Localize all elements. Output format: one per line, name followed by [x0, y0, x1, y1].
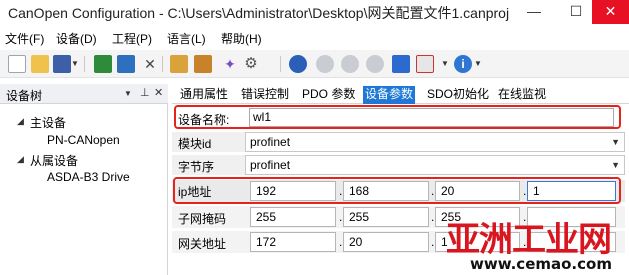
- stop-icon[interactable]: [366, 55, 384, 73]
- byte-order-label: 字节序: [178, 160, 215, 174]
- add-device-icon[interactable]: [94, 55, 112, 73]
- chevron-down-icon: ▼: [611, 160, 620, 170]
- minimize-button[interactable]: —: [514, 0, 554, 24]
- tab-device-params[interactable]: 设备参数: [363, 86, 416, 104]
- device-name-input[interactable]: wl1: [249, 108, 614, 127]
- remove-device-icon[interactable]: [117, 55, 135, 73]
- pin-icon[interactable]: ⊥: [140, 86, 150, 99]
- menu-file[interactable]: 文件(F): [5, 30, 44, 47]
- gateway-octet-1[interactable]: 172: [250, 232, 336, 252]
- ip-octet-3[interactable]: 20: [435, 181, 520, 201]
- play-icon[interactable]: [316, 55, 334, 73]
- download-icon[interactable]: [392, 55, 410, 73]
- wand-icon[interactable]: ✦: [221, 55, 239, 73]
- panel-close-icon[interactable]: ✕: [154, 86, 163, 99]
- clear-icon[interactable]: [416, 55, 434, 73]
- watermark-brand: 亚洲工业网: [446, 220, 612, 260]
- connect-icon[interactable]: [289, 55, 307, 73]
- module-id-label: 模块id: [178, 137, 212, 151]
- menu-help[interactable]: 帮助(H): [221, 30, 262, 47]
- ip-label: ip地址: [178, 185, 212, 199]
- save-icon[interactable]: [53, 55, 71, 73]
- tree-node-slave[interactable]: 从属设备: [30, 152, 78, 169]
- ip-octet-2[interactable]: 168: [343, 181, 429, 201]
- menu-project[interactable]: 工程(P): [112, 30, 152, 47]
- clear-dropdown-icon[interactable]: ▼: [441, 55, 449, 73]
- module-id-select[interactable]: profinet ▼: [245, 132, 625, 152]
- ip-dot: .: [523, 184, 527, 198]
- save-dropdown-icon[interactable]: ▼: [71, 55, 79, 73]
- toolbar-separator: [162, 56, 163, 72]
- subnet-octet-2[interactable]: 255: [343, 207, 429, 227]
- menu-language[interactable]: 语言(L): [167, 30, 206, 47]
- ip-dot: .: [431, 210, 435, 224]
- chevron-down-icon: ▼: [611, 137, 620, 147]
- close-button[interactable]: ✕: [592, 0, 629, 24]
- ip-octet-1[interactable]: 192: [250, 181, 336, 201]
- byte-order-value: profinet: [250, 158, 291, 172]
- import-icon[interactable]: [170, 55, 188, 73]
- title-bar: CanOpen Configuration - C:\Users\Adminis…: [0, 0, 629, 24]
- collapse-arrow-icon[interactable]: ◢: [17, 116, 24, 127]
- device-tree-panel: 设备树 ▼ ⊥ ✕ ◢ 主设备 PN-CANopen ◢ 从属设备 ASDA-B…: [0, 84, 168, 275]
- toolbar: ▼ ✕ ✦ ⚙ ▼ i ▼: [0, 50, 629, 78]
- menu-device[interactable]: 设备(D): [56, 30, 97, 47]
- ip-dot: .: [339, 210, 343, 224]
- ip-dot: .: [431, 235, 435, 249]
- delete-icon[interactable]: ✕: [141, 55, 159, 73]
- ip-dot: .: [339, 235, 343, 249]
- device-name-label: 设备名称:: [178, 113, 230, 127]
- info-icon[interactable]: i: [454, 55, 472, 73]
- ip-dot: .: [431, 184, 435, 198]
- gateway-octet-2[interactable]: 20: [343, 232, 429, 252]
- toolbar-separator: [84, 56, 85, 72]
- collapse-arrow-icon[interactable]: ◢: [17, 154, 24, 165]
- device-tree-header: 设备树 ▼ ⊥ ✕: [0, 84, 168, 104]
- menu-bar: 文件(F) 设备(D) 工程(P) 语言(L) 帮助(H): [0, 26, 629, 48]
- pause-icon[interactable]: [341, 55, 359, 73]
- subnet-label: 子网掩码: [178, 212, 227, 226]
- tab-bar: 通用属性 错误控制 PDO 参数 设备参数 SDO初始化 在线监视: [172, 84, 629, 104]
- tab-error-control[interactable]: 错误控制: [239, 86, 291, 104]
- maximize-button[interactable]: ☐: [556, 0, 596, 24]
- watermark-url: www.cemao.com: [470, 255, 612, 273]
- device-tree-title: 设备树: [6, 89, 43, 103]
- tab-pdo[interactable]: PDO 参数: [300, 86, 357, 104]
- tab-general[interactable]: 通用属性: [178, 86, 230, 104]
- byte-order-select[interactable]: profinet ▼: [245, 155, 625, 175]
- module-id-value: profinet: [250, 135, 291, 149]
- tab-sdo-init[interactable]: SDO初始化: [425, 86, 491, 104]
- info-dropdown-icon[interactable]: ▼: [474, 55, 482, 73]
- panel-dropdown-icon[interactable]: ▼: [124, 89, 132, 98]
- export-icon[interactable]: [194, 55, 212, 73]
- tab-online-monitor[interactable]: 在线监视: [496, 86, 548, 104]
- toolbar-separator: [280, 56, 281, 72]
- subnet-octet-1[interactable]: 255: [250, 207, 336, 227]
- window-title: CanOpen Configuration - C:\Users\Adminis…: [8, 5, 510, 21]
- tree-node-pn-canopen[interactable]: PN-CANopen: [47, 133, 120, 147]
- tree-node-master[interactable]: 主设备: [30, 114, 66, 131]
- tree-node-asda-b3[interactable]: ASDA-B3 Drive: [47, 170, 130, 184]
- ip-octet-4[interactable]: 1: [527, 181, 616, 201]
- open-folder-icon[interactable]: [31, 55, 49, 73]
- settings-icon[interactable]: ⚙: [242, 55, 260, 73]
- gateway-label: 网关地址: [178, 237, 227, 251]
- ip-dot: .: [339, 184, 343, 198]
- new-file-icon[interactable]: [8, 55, 26, 73]
